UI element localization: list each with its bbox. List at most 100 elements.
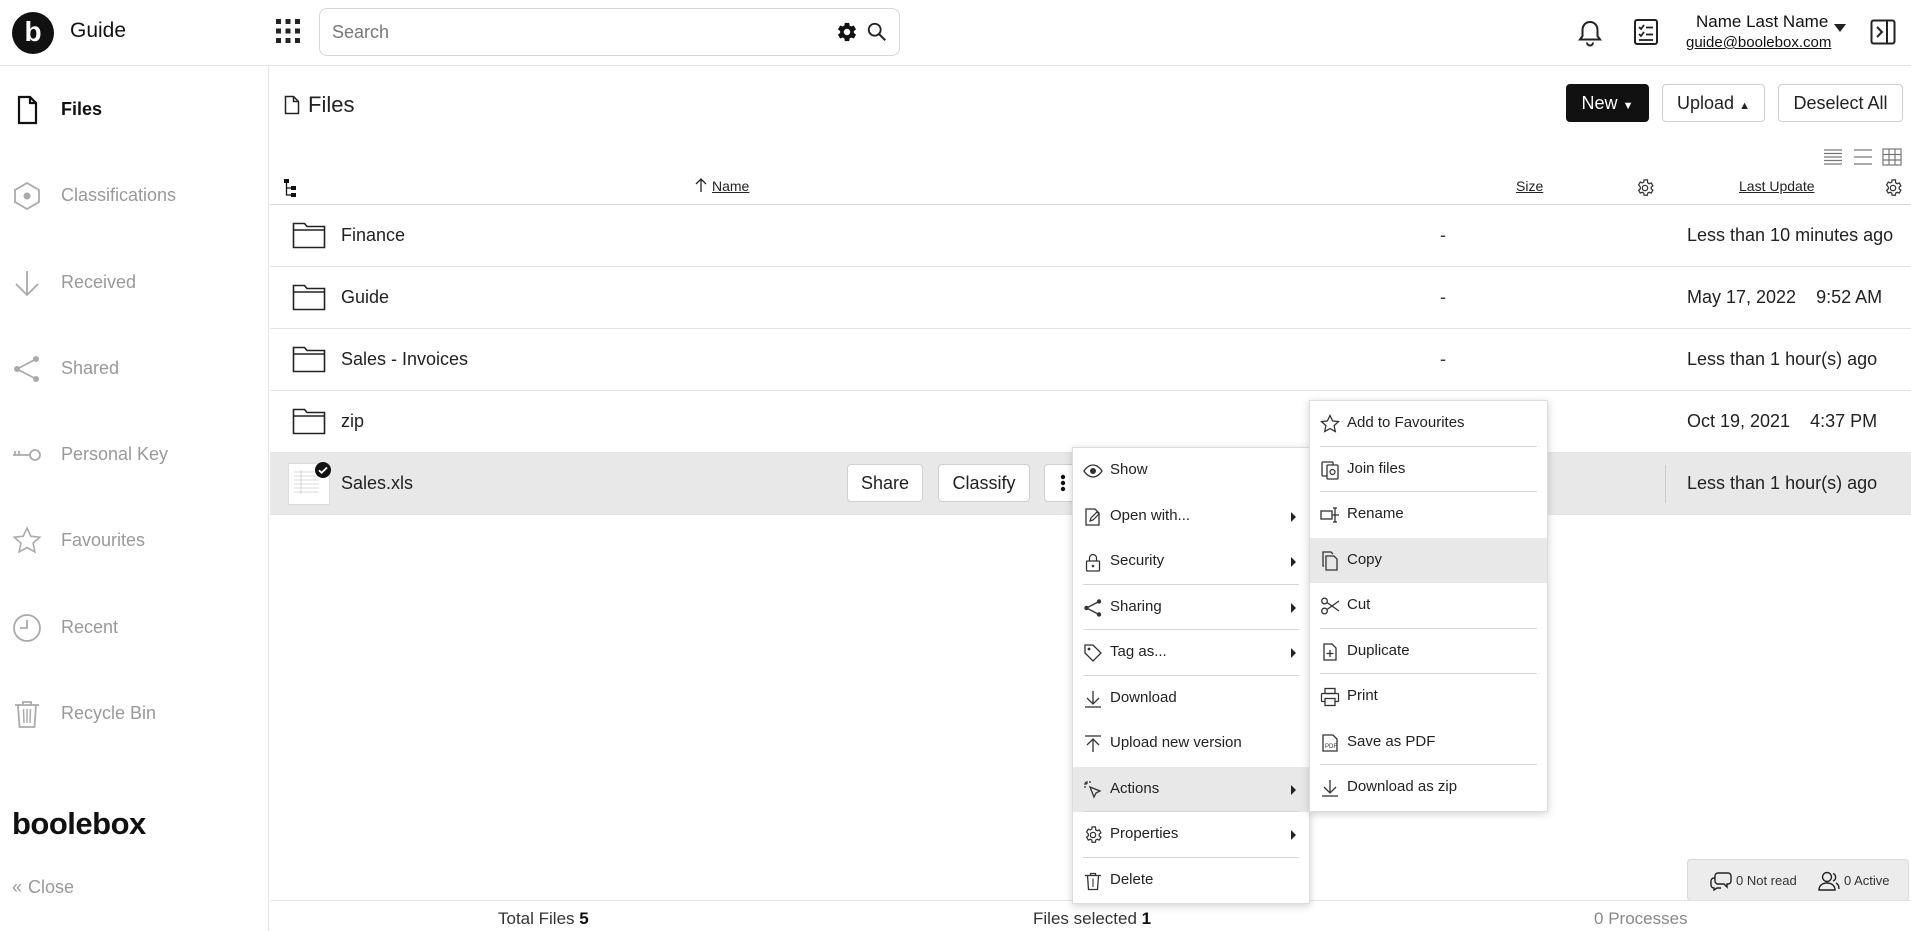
double-chevron-left-icon: « (12, 877, 23, 897)
menu-item-open-with[interactable]: Open with... (1073, 494, 1309, 540)
search-icon[interactable] (866, 21, 888, 43)
compact-list-view-icon[interactable] (1823, 148, 1843, 166)
menu-item-label: Save as PDF (1347, 732, 1436, 750)
row-name[interactable]: Finance (341, 225, 405, 246)
column-header-name[interactable]: Name (712, 178, 749, 194)
sidebar-item-recent[interactable]: Recent (0, 599, 268, 655)
menu-item-sharing[interactable]: Sharing (1073, 585, 1309, 630)
app-logo[interactable]: b (12, 12, 54, 54)
sidebar-item-label: Shared (61, 358, 120, 378)
menu-item-cut[interactable]: Cut (1310, 583, 1547, 629)
table-row[interactable]: Finance - Less than 10 minutes ago (270, 205, 1911, 267)
tree-view-icon[interactable] (283, 178, 301, 198)
sidebar-item-files[interactable]: Files (0, 81, 268, 137)
menu-item-duplicate[interactable]: Duplicate (1310, 629, 1547, 674)
sidebar-item-favourites[interactable]: Favourites (0, 512, 268, 568)
menu-item-label: Rename (1347, 505, 1404, 522)
menu-item-save-as-pdf[interactable]: PDF Save as PDF (1310, 720, 1547, 765)
download-icon (1320, 778, 1340, 798)
sidebar-item-received[interactable]: Received (0, 254, 268, 310)
column-settings-gear-icon[interactable] (1883, 178, 1903, 198)
user-name[interactable]: Name Last Name (1696, 12, 1828, 32)
selected-check-icon[interactable] (315, 462, 331, 478)
files-selected: Files selected 1 (1033, 909, 1151, 929)
menu-item-actions[interactable]: Actions (1073, 766, 1309, 812)
menu-item-label: Sharing (1110, 597, 1162, 615)
menu-item-add-to-favourites[interactable]: Add to Favourites (1310, 401, 1547, 447)
chat-not-read: 0 Not read (1736, 873, 1797, 888)
notifications-bell-icon[interactable] (1577, 19, 1603, 47)
row-name[interactable]: Sales.xls (341, 473, 413, 494)
column-settings-gear-icon[interactable] (1635, 178, 1655, 198)
row-name[interactable]: Sales - Invoices (341, 349, 468, 370)
sidebar-item-classifications[interactable]: Classifications (0, 167, 268, 223)
star-icon (12, 526, 42, 556)
processes-status[interactable]: 0 Processes (1594, 909, 1688, 929)
classify-button[interactable]: Classify (938, 464, 1030, 502)
column-header-last-update[interactable]: Last Update (1739, 178, 1815, 194)
list-view-icon[interactable] (1853, 148, 1873, 166)
menu-item-label: Actions (1110, 779, 1160, 797)
share-button[interactable]: Share (847, 464, 923, 502)
menu-item-security[interactable]: Security (1073, 539, 1309, 585)
menu-item-label: Join files (1347, 459, 1406, 477)
sidebar-item-recycle-bin[interactable]: Recycle Bin (0, 685, 268, 741)
scissors-icon (1320, 596, 1340, 616)
menu-item-delete[interactable]: Delete (1073, 858, 1309, 904)
row-name[interactable]: Guide (341, 287, 389, 308)
upload-button[interactable]: Upload ▲ (1662, 84, 1765, 122)
pdf-icon: PDF (1320, 733, 1340, 753)
table-row[interactable]: zip Oct 19, 2021 4:37 PM (270, 391, 1911, 453)
sidebar-item-shared[interactable]: Shared (0, 340, 268, 396)
apps-grid-icon[interactable] (275, 18, 301, 44)
new-button[interactable]: New ▼ (1566, 84, 1649, 122)
table-row[interactable]: Guide - May 17, 2022 9:52 AM (270, 267, 1911, 329)
row-date: Oct 19, 2021 4:37 PM (1687, 411, 1878, 431)
total-files-label: Total Files (498, 909, 575, 928)
table-row[interactable]: Sales - Invoices - Less than 1 hour(s) a… (270, 329, 1911, 391)
sort-ascending-icon[interactable] (695, 177, 707, 193)
menu-item-show[interactable]: Show (1073, 448, 1309, 494)
clock-icon (12, 613, 42, 643)
sidebar-item-personal-key[interactable]: Personal Key (0, 426, 268, 482)
menu-item-copy[interactable]: Copy (1310, 537, 1547, 583)
menu-item-rename[interactable]: Rename (1310, 492, 1547, 538)
menu-item-download-as-zip[interactable]: Download as zip (1310, 765, 1547, 811)
row-name[interactable]: zip (341, 411, 364, 432)
star-icon (1320, 414, 1340, 434)
trash-icon (1083, 871, 1103, 891)
row-size: - (1440, 287, 1446, 307)
svg-text:PDF: PDF (1325, 744, 1337, 750)
app-title: Guide (70, 19, 127, 42)
collapse-sidebar-button[interactable]: «Close (12, 877, 74, 898)
row-size: - (1440, 225, 1446, 245)
search-input[interactable] (332, 20, 812, 44)
actions-submenu: Add to Favourites Join files Rename Copy… (1309, 400, 1548, 812)
menu-item-label: Open with... (1110, 506, 1191, 524)
sidebar-item-label: Favourites (61, 530, 146, 550)
search-box (319, 8, 900, 56)
menu-item-print[interactable]: Print (1310, 674, 1547, 720)
menu-item-download[interactable]: Download (1073, 676, 1309, 722)
side-panel-toggle-icon[interactable] (1870, 19, 1896, 45)
menu-item-label: Security (1110, 552, 1165, 569)
menu-item-label: Cut (1347, 596, 1371, 613)
user-menu-caret-icon[interactable] (1834, 24, 1846, 32)
page-title: Files (284, 92, 354, 118)
search-settings-icon[interactable] (836, 21, 858, 43)
deselect-all-button[interactable]: Deselect All (1778, 84, 1903, 122)
menu-item-tag-as[interactable]: Tag as... (1073, 630, 1309, 676)
download-icon (1083, 689, 1103, 709)
user-email[interactable]: guide@boolebox.com (1686, 34, 1831, 51)
folder-icon (292, 282, 326, 312)
tasks-checklist-icon[interactable] (1632, 18, 1660, 46)
column-header-size[interactable]: Size (1516, 178, 1543, 194)
menu-item-label: Copy (1347, 550, 1383, 568)
share-icon (12, 354, 42, 384)
grid-view-icon[interactable] (1882, 148, 1902, 166)
chat-status-bar[interactable]: 0 Not read 0 Active (1687, 859, 1909, 901)
menu-item-properties[interactable]: Properties (1073, 812, 1309, 858)
lock-icon (1083, 552, 1103, 572)
menu-item-upload-new-version[interactable]: Upload new version (1073, 721, 1309, 767)
menu-item-join-files[interactable]: Join files (1310, 447, 1547, 492)
